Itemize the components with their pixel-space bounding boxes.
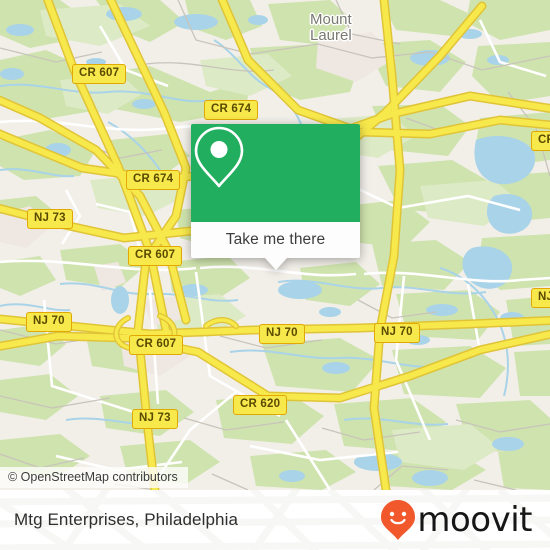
moovit-wordmark: moovit: [417, 500, 532, 540]
road-shield-nj70-c: NJ 70: [374, 323, 420, 343]
road-shield-nj73-b: NJ 73: [132, 409, 178, 429]
road-shield-cr607-b: CR 607: [128, 246, 183, 266]
road-shield-nj-edge: NJ: [531, 288, 550, 308]
road-shield-cr674-a: CR 674: [204, 100, 259, 120]
popup-action-bar[interactable]: Take me there: [191, 222, 360, 258]
road-shield-cr607-a: CR 607: [72, 64, 127, 84]
take-me-there-popup[interactable]: Take me there: [191, 124, 360, 270]
take-me-there-label: Take me there: [225, 231, 326, 248]
map-pin-icon: [194, 126, 244, 188]
osm-attribution[interactable]: © OpenStreetMap contributors: [0, 467, 188, 488]
place-label-line1: Mount: [310, 11, 352, 28]
popup-icon-panel: [191, 124, 360, 222]
moovit-map-card: Mount Laurel CR 607 CR 674 CR 674 NJ 73 …: [0, 0, 550, 550]
place-label-mount-laurel: Mount Laurel: [310, 12, 352, 44]
road-shield-nj70-a: NJ 70: [26, 312, 72, 332]
road-shield-nj73-a: NJ 73: [27, 209, 73, 229]
road-shield-cr607-c: CR 607: [129, 335, 184, 355]
road-shield-cr620: CR 620: [233, 395, 288, 415]
footer-content: Mtg Enterprises, Philadelphia moovit: [0, 490, 550, 550]
road-shield-cr674-b: CR 674: [126, 170, 181, 190]
footer-bar: Mtg Enterprises, Philadelphia moovit: [0, 490, 550, 550]
place-label-line2: Laurel: [310, 27, 352, 44]
road-shield-cr-edge: CR: [531, 131, 550, 151]
moovit-brand[interactable]: moovit: [380, 499, 532, 541]
popup-tail: [264, 258, 287, 270]
location-title: Mtg Enterprises, Philadelphia: [14, 510, 239, 529]
road-shield-nj70-b: NJ 70: [259, 324, 305, 344]
moovit-pin-icon: [381, 500, 416, 540]
map-canvas[interactable]: Mount Laurel CR 607 CR 674 CR 674 NJ 73 …: [0, 0, 550, 490]
